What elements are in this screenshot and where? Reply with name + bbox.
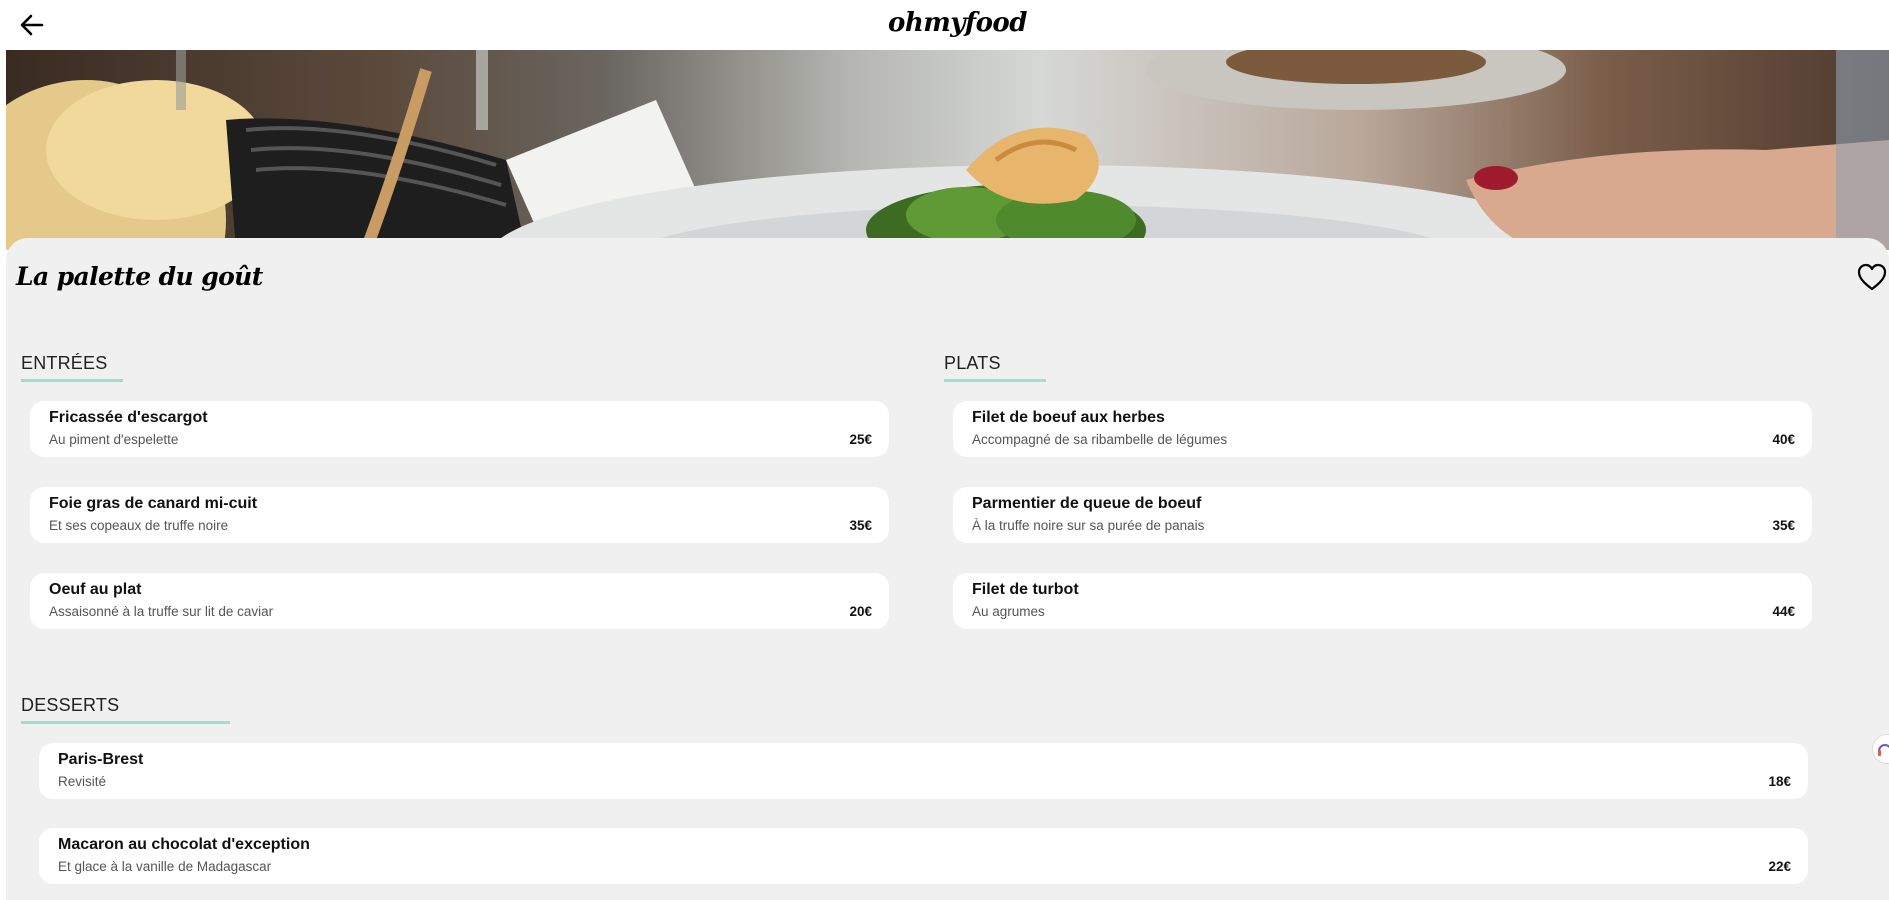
menu-item-card[interactable]: Filet de boeuf aux herbes Accompagné de … — [953, 401, 1812, 457]
dish-description: Au piment d'espelette — [49, 432, 179, 447]
section-title-entrees: ENTRÉES — [21, 353, 108, 373]
dish-name: Macaron au chocolat d'exception — [58, 836, 310, 853]
dish-description: À la truffe noire sur sa purée de panais — [972, 518, 1205, 533]
menu-item-card[interactable]: Paris-Brest Revisité 18€ — [39, 743, 1808, 799]
menu-item-card[interactable]: Oeuf au plat Assaisonné à la truffe sur … — [30, 573, 889, 629]
dish-price: 44€ — [1772, 604, 1795, 619]
dish-description: Et glace à la vanille de Madagascar — [58, 859, 272, 874]
section-underline — [944, 379, 1046, 382]
hero-image — [6, 50, 1889, 250]
restaurant-title: La palette du goût — [16, 262, 263, 291]
dish-description: Et ses copeaux de truffe noire — [49, 518, 229, 533]
dish-price: 40€ — [1772, 432, 1795, 447]
dish-name: Parmentier de queue de boeuf — [972, 495, 1202, 512]
dish-name: Oeuf au plat — [49, 581, 142, 598]
section-title-desserts: DESSERTS — [21, 695, 120, 715]
dish-description: Accompagné de sa ribambelle de légumes — [972, 432, 1228, 447]
dish-price: 18€ — [1768, 774, 1791, 789]
menu-item-card[interactable]: Fricassée d'escargot Au piment d'espelet… — [30, 401, 889, 457]
dish-name: Paris-Brest — [58, 751, 144, 768]
dish-name: Filet de boeuf aux herbes — [972, 409, 1165, 426]
menu-item-card[interactable]: Parmentier de queue de boeuf À la truffe… — [953, 487, 1812, 543]
dish-description: Assaisonné à la truffe sur lit de caviar — [49, 604, 274, 619]
menu-item-card[interactable]: Filet de turbot Au agrumes 44€ — [953, 573, 1812, 629]
dish-description: Au agrumes — [972, 604, 1045, 619]
menu-item-card[interactable]: Macaron au chocolat d'exception Et glace… — [39, 828, 1808, 884]
dish-price: 35€ — [1772, 518, 1795, 533]
dish-name: Fricassée d'escargot — [49, 409, 208, 426]
dish-description: Revisité — [58, 774, 107, 789]
dish-price: 25€ — [849, 432, 872, 447]
dish-price: 22€ — [1768, 859, 1791, 874]
logo[interactable]: ohmyfood — [0, 8, 1889, 38]
heart-outline-icon[interactable] — [1856, 262, 1888, 292]
app-header: ohmyfood — [0, 0, 1889, 50]
dish-name: Filet de turbot — [972, 581, 1079, 598]
section-underline — [21, 379, 123, 382]
dish-name: Foie gras de canard mi-cuit — [49, 495, 258, 512]
dish-price: 35€ — [849, 518, 872, 533]
favorite-button[interactable] — [1856, 262, 1888, 292]
menu-item-card[interactable]: Foie gras de canard mi-cuit Et ses copea… — [30, 487, 889, 543]
section-underline — [21, 721, 230, 724]
headset-icon — [1878, 744, 1889, 756]
dish-price: 20€ — [849, 604, 872, 619]
restaurant-content: La palette du goût ENTRÉES Fricassée d'e… — [6, 238, 1889, 900]
section-title-plats: PLATS — [944, 353, 1001, 373]
